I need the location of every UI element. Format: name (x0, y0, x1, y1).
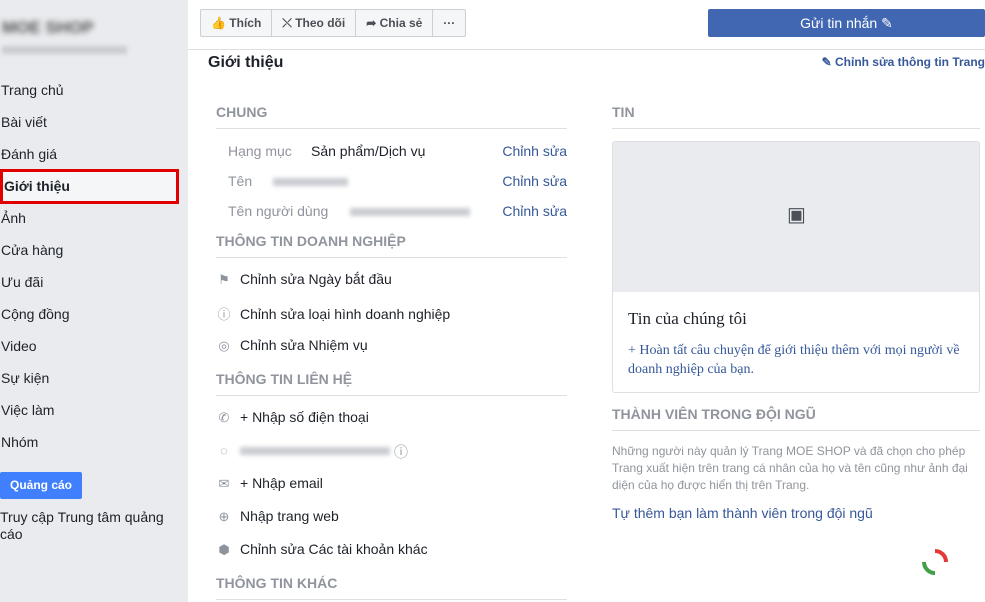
sidebar-item-videos[interactable]: Video (0, 335, 188, 367)
edit-business-type[interactable]: ⓘ Chỉnh sửa loại hình doanh nghiệp (216, 304, 450, 323)
section-business-heading: THÔNG TIN DOANH NGHIỆP (216, 233, 567, 258)
watermark-swirl-icon (922, 549, 948, 575)
messenger-username: ◌ ⓘ (216, 442, 408, 460)
edit-link[interactable]: Chỉnh sửa (502, 143, 567, 159)
sidebar: MOE SHOP Trang chủ Bài viết Đánh giá Giớ… (0, 0, 188, 602)
add-phone[interactable]: ✆ + Nhập số điện thoại (216, 409, 369, 426)
blurred-value (273, 178, 348, 186)
sidebar-item-groups[interactable]: Nhóm (0, 431, 188, 463)
pencil-icon: ✎ (821, 55, 835, 69)
edit-start-date[interactable]: ⚑ Chỉnh sửa Ngày bắt đầu (216, 271, 392, 288)
page-name[interactable]: MOE SHOP (2, 18, 94, 38)
edit-page-info-link[interactable]: ✎ Chỉnh sửa thông tin Trang (822, 55, 985, 69)
blurred-value (240, 447, 390, 455)
follow-button[interactable]: ⤬ Theo dõi (272, 10, 357, 36)
cube-icon: ⬢ (218, 542, 230, 557)
section-team-heading: THÀNH VIÊN TRONG ĐỘI NGŨ (612, 406, 980, 431)
share-button[interactable]: ➦ Chia sẻ (356, 10, 434, 36)
watermark-logo (900, 548, 970, 578)
sidebar-item-home[interactable]: Trang chủ (0, 79, 188, 111)
story-image-placeholder[interactable]: ▣ (613, 142, 979, 292)
rss-icon: ⤬ (282, 16, 296, 30)
share-arrow-icon: ➦ (366, 16, 380, 30)
story-title: Tin của chúng tôi (628, 309, 747, 328)
story-card[interactable]: ▣ Tin của chúng tôi + Hoàn tất câu chuyệ… (612, 141, 980, 393)
edit-other-accounts[interactable]: ⬢ Chỉnh sửa Các tài khoản khác (216, 541, 427, 558)
page-toolbar: 👍 Thích ⤬ Theo dõi ➦ Chia sẻ ··· Gửi tin… (188, 0, 985, 50)
messenger-icon: ◌ (220, 443, 228, 458)
send-message-button[interactable]: Gửi tin nhắn ✎ (708, 9, 985, 37)
sidebar-item-community[interactable]: Cộng đồng (0, 303, 188, 335)
add-me-team-link[interactable]: Tự thêm bạn làm thành viên trong đội ngũ (612, 505, 873, 521)
sidebar-item-jobs[interactable]: Việc làm (0, 399, 188, 431)
page-title: Giới thiệu (208, 54, 284, 71)
section-story-heading: TIN (612, 104, 980, 129)
section-contact-heading: THÔNG TIN LIÊN HỆ (216, 371, 567, 396)
info-icon: ⓘ (217, 307, 231, 322)
section-other-heading: THÔNG TIN KHÁC (216, 575, 567, 600)
sidebar-item-photos[interactable]: Ảnh (0, 207, 188, 239)
sidebar-item-about[interactable]: Giới thiệu (0, 169, 179, 204)
blurred-value (350, 208, 470, 216)
sidebar-item-posts[interactable]: Bài viết (0, 111, 188, 143)
target-icon: ◎ (218, 338, 230, 353)
story-prompt[interactable]: + Hoàn tất câu chuyện để giới thiệu thêm… (628, 341, 968, 379)
edit-link[interactable]: Chỉnh sửa (502, 203, 567, 219)
team-description: Những người này quản lý Trang MOE SHOP v… (612, 444, 968, 492)
add-photo-icon: ▣ (787, 204, 806, 226)
section-general-heading: CHUNG (216, 104, 567, 129)
pencil-icon: ✎ (881, 15, 893, 31)
add-website[interactable]: ⊕ Nhập trang web (216, 508, 339, 525)
info-icon[interactable]: ⓘ (394, 442, 408, 462)
like-button[interactable]: 👍 Thích (201, 10, 273, 36)
thumbs-up-icon: 👍 (211, 16, 230, 30)
add-email[interactable]: ✉ + Nhập email (216, 475, 323, 492)
globe-icon: ⊕ (218, 509, 230, 524)
edit-link[interactable]: Chỉnh sửa (502, 173, 567, 189)
sidebar-item-events[interactable]: Sự kiện (0, 367, 188, 399)
envelope-icon: ✉ (218, 476, 230, 491)
sidebar-item-shop[interactable]: Cửa hàng (0, 239, 188, 271)
more-button[interactable]: ··· (433, 10, 465, 36)
ads-center-link[interactable]: Truy cập Trung tâm quảng cáo (0, 509, 175, 543)
flag-icon: ⚑ (218, 272, 230, 287)
phone-icon: ✆ (218, 410, 230, 425)
page-username-blurred (2, 46, 127, 54)
edit-mission[interactable]: ◎ Chỉnh sửa Nhiệm vụ (216, 337, 367, 354)
sidebar-item-offers[interactable]: Ưu đãi (0, 271, 188, 303)
ads-button[interactable]: Quảng cáo (0, 472, 82, 499)
sidebar-nav: Trang chủ Bài viết Đánh giá Giới thiệu Ả… (0, 79, 188, 463)
